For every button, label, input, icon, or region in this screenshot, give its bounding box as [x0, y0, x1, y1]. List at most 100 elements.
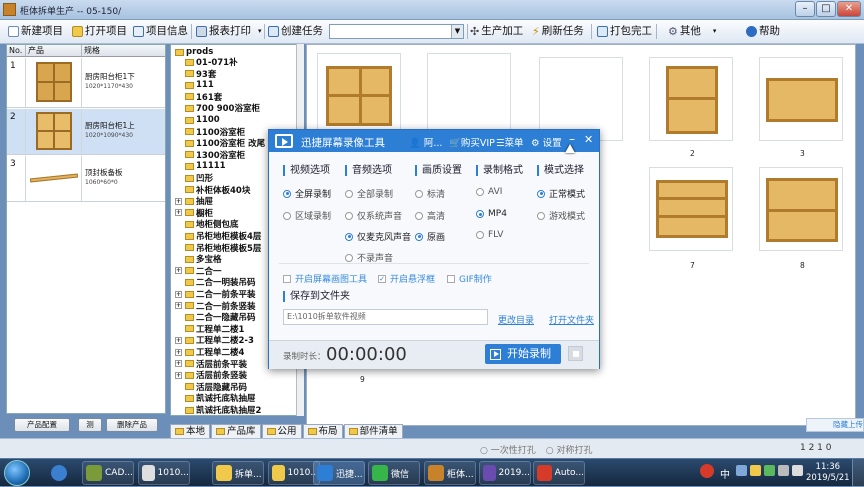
- tree-item[interactable]: 凯诚托底轨抽屉: [185, 393, 256, 404]
- tray-icon[interactable]: [750, 465, 761, 476]
- tab-public[interactable]: 公用: [261, 424, 302, 438]
- mode-game-radio[interactable]: 游戏模式: [537, 209, 585, 222]
- task-combobox[interactable]: ▼: [329, 24, 464, 39]
- mode-normal-radio[interactable]: 正常模式: [537, 187, 585, 200]
- tree-item[interactable]: 补柜体板40块: [185, 185, 250, 196]
- tree-item[interactable]: + 二合一前条竖装: [175, 301, 256, 312]
- audio-system-radio[interactable]: 仅系统声音: [345, 209, 402, 222]
- taskbar-app-button[interactable]: 1010...: [138, 461, 190, 485]
- taskbar-app-button[interactable]: 拆单...: [212, 461, 264, 485]
- delete-product-button[interactable]: 删除产品: [106, 418, 158, 432]
- floating-box-checkbox[interactable]: ✓ 开启悬浮框: [378, 272, 435, 285]
- thumbnail-item[interactable]: [317, 53, 401, 137]
- quality-original-radio[interactable]: 原画: [415, 230, 445, 243]
- expand-icon[interactable]: +: [175, 360, 182, 368]
- tree-item[interactable]: 700 900浴室柜: [185, 103, 260, 114]
- expand-icon[interactable]: +: [175, 209, 182, 217]
- tab-layout[interactable]: 布局: [302, 424, 343, 438]
- thumbnail-item[interactable]: [427, 53, 511, 137]
- taskbar-app-button[interactable]: 迅捷...: [313, 461, 365, 485]
- tree-item[interactable]: 地柜侧包底: [185, 219, 239, 230]
- format-flv-radio[interactable]: FLV: [476, 230, 503, 240]
- taskbar-app-button[interactable]: CAD...: [82, 461, 134, 485]
- taskbar-app-button[interactable]: 2019...: [479, 461, 531, 485]
- settings-button[interactable]: ⚙ 设置: [531, 135, 562, 149]
- expand-icon[interactable]: +: [175, 302, 182, 310]
- tree-item[interactable]: 凯诚托底轨抽屉2: [185, 405, 261, 415]
- start-recording-button[interactable]: 开始录制: [485, 344, 561, 364]
- close-icon[interactable]: ✕: [584, 133, 593, 146]
- expand-icon[interactable]: +: [175, 197, 182, 205]
- tree-item[interactable]: 111: [185, 80, 214, 90]
- tree-item[interactable]: 161套: [185, 92, 222, 103]
- tree-item[interactable]: 吊柜地柜模板5层: [185, 243, 261, 254]
- tree-item[interactable]: 凹形: [185, 173, 213, 184]
- production-button[interactable]: ✣ 生产加工: [470, 23, 523, 40]
- tree-item[interactable]: + 二合一前条平装: [175, 289, 256, 300]
- format-avi-radio[interactable]: AVI: [476, 187, 502, 197]
- tree-item[interactable]: + 抽屉: [175, 196, 213, 207]
- column-header-spec[interactable]: 规格: [82, 45, 165, 56]
- create-task-button[interactable]: 创建任务: [268, 23, 323, 40]
- start-button[interactable]: [4, 460, 30, 486]
- tree-item[interactable]: + 橱柜: [175, 208, 213, 219]
- save-path-field[interactable]: E:\1010拆单软件视频: [283, 309, 488, 325]
- tray-icon[interactable]: [764, 465, 775, 476]
- tree-item[interactable]: + 工程单二楼2-3: [175, 335, 254, 346]
- chevron-down-icon[interactable]: ▼: [451, 25, 463, 38]
- refresh-task-button[interactable]: ⚡ 刷新任务: [532, 23, 584, 40]
- tree-item[interactable]: 多宝格: [185, 254, 222, 265]
- table-row[interactable]: 1 厨房阳台柜1下 1020*1170*430: [7, 58, 165, 108]
- video-fullscreen-radio[interactable]: 全屏录制: [283, 187, 331, 200]
- minimize-button[interactable]: –: [795, 1, 815, 17]
- show-desktop-button[interactable]: [852, 459, 864, 487]
- hidden-upload-panel[interactable]: 隐藏上传: [806, 418, 864, 432]
- close-button[interactable]: ✕: [837, 1, 861, 17]
- tree-item[interactable]: 1300浴室柜: [185, 150, 245, 161]
- thumbnail-item[interactable]: [759, 57, 843, 141]
- menu-button[interactable]: ☰菜单: [496, 135, 524, 149]
- product-config-button[interactable]: 产品配置: [14, 418, 70, 432]
- tree-item[interactable]: 工程单二楼1: [185, 324, 244, 335]
- network-icon[interactable]: [778, 465, 789, 476]
- expand-icon[interactable]: +: [175, 348, 182, 356]
- stop-button[interactable]: [568, 346, 583, 361]
- taskbar-app-button[interactable]: 柜体...: [424, 461, 476, 485]
- new-project-button[interactable]: 新建项目: [8, 23, 63, 40]
- thumbnail-item[interactable]: [759, 167, 843, 251]
- open-project-button[interactable]: 打开项目: [72, 23, 127, 40]
- video-region-radio[interactable]: 区域录制: [283, 209, 331, 222]
- user-account[interactable]: 👤 阿...: [409, 135, 442, 149]
- table-row[interactable]: 2 厨房阳台柜1上 1020*1090*430: [7, 109, 165, 155]
- test-button[interactable]: 测: [78, 418, 102, 432]
- expand-icon[interactable]: +: [175, 267, 182, 275]
- ime-indicator[interactable]: 中: [720, 466, 730, 481]
- drawing-tool-checkbox[interactable]: 开启屏幕画图工具: [283, 272, 367, 285]
- system-clock[interactable]: 11:36 2019/5/21: [806, 462, 850, 484]
- tree-item[interactable]: + 工程单二楼4: [175, 347, 244, 358]
- symmetric-drill-radio[interactable]: ○ 对称打孔: [546, 443, 593, 456]
- table-row[interactable]: 3 顶封板备板 1060*60*0: [7, 156, 165, 202]
- tree-item[interactable]: + 活层前条平装: [175, 359, 247, 370]
- buy-vip-button[interactable]: 🛒购买VIP: [449, 135, 495, 149]
- pack-finish-button[interactable]: 打包完工: [597, 23, 652, 40]
- tree-item[interactable]: 二合一隐藏吊码: [185, 312, 256, 323]
- gif-maker-checkbox[interactable]: GIF制作: [447, 272, 492, 285]
- tab-parts-list[interactable]: 部件清单: [343, 424, 403, 438]
- expand-icon[interactable]: +: [175, 371, 182, 379]
- open-folder-link[interactable]: 打开文件夹: [549, 313, 594, 326]
- sogou-icon[interactable]: [700, 464, 714, 478]
- quality-hd-radio[interactable]: 高清: [415, 209, 445, 222]
- format-mp4-radio[interactable]: MP4: [476, 209, 507, 219]
- thumbnail-item[interactable]: [649, 167, 733, 251]
- project-info-button[interactable]: 项目信息: [133, 23, 188, 40]
- expand-icon[interactable]: +: [175, 290, 182, 298]
- thumbnail-item[interactable]: [649, 57, 733, 141]
- tree-item[interactable]: 1100: [185, 115, 220, 125]
- tree-item[interactable]: 93套: [185, 69, 216, 80]
- quality-sd-radio[interactable]: 标清: [415, 187, 445, 200]
- volume-icon[interactable]: [792, 465, 803, 476]
- report-print-button[interactable]: 报表打印 ▾: [196, 23, 262, 40]
- taskbar-pinned-app[interactable]: [48, 461, 76, 485]
- tree-item[interactable]: 11111: [185, 161, 226, 171]
